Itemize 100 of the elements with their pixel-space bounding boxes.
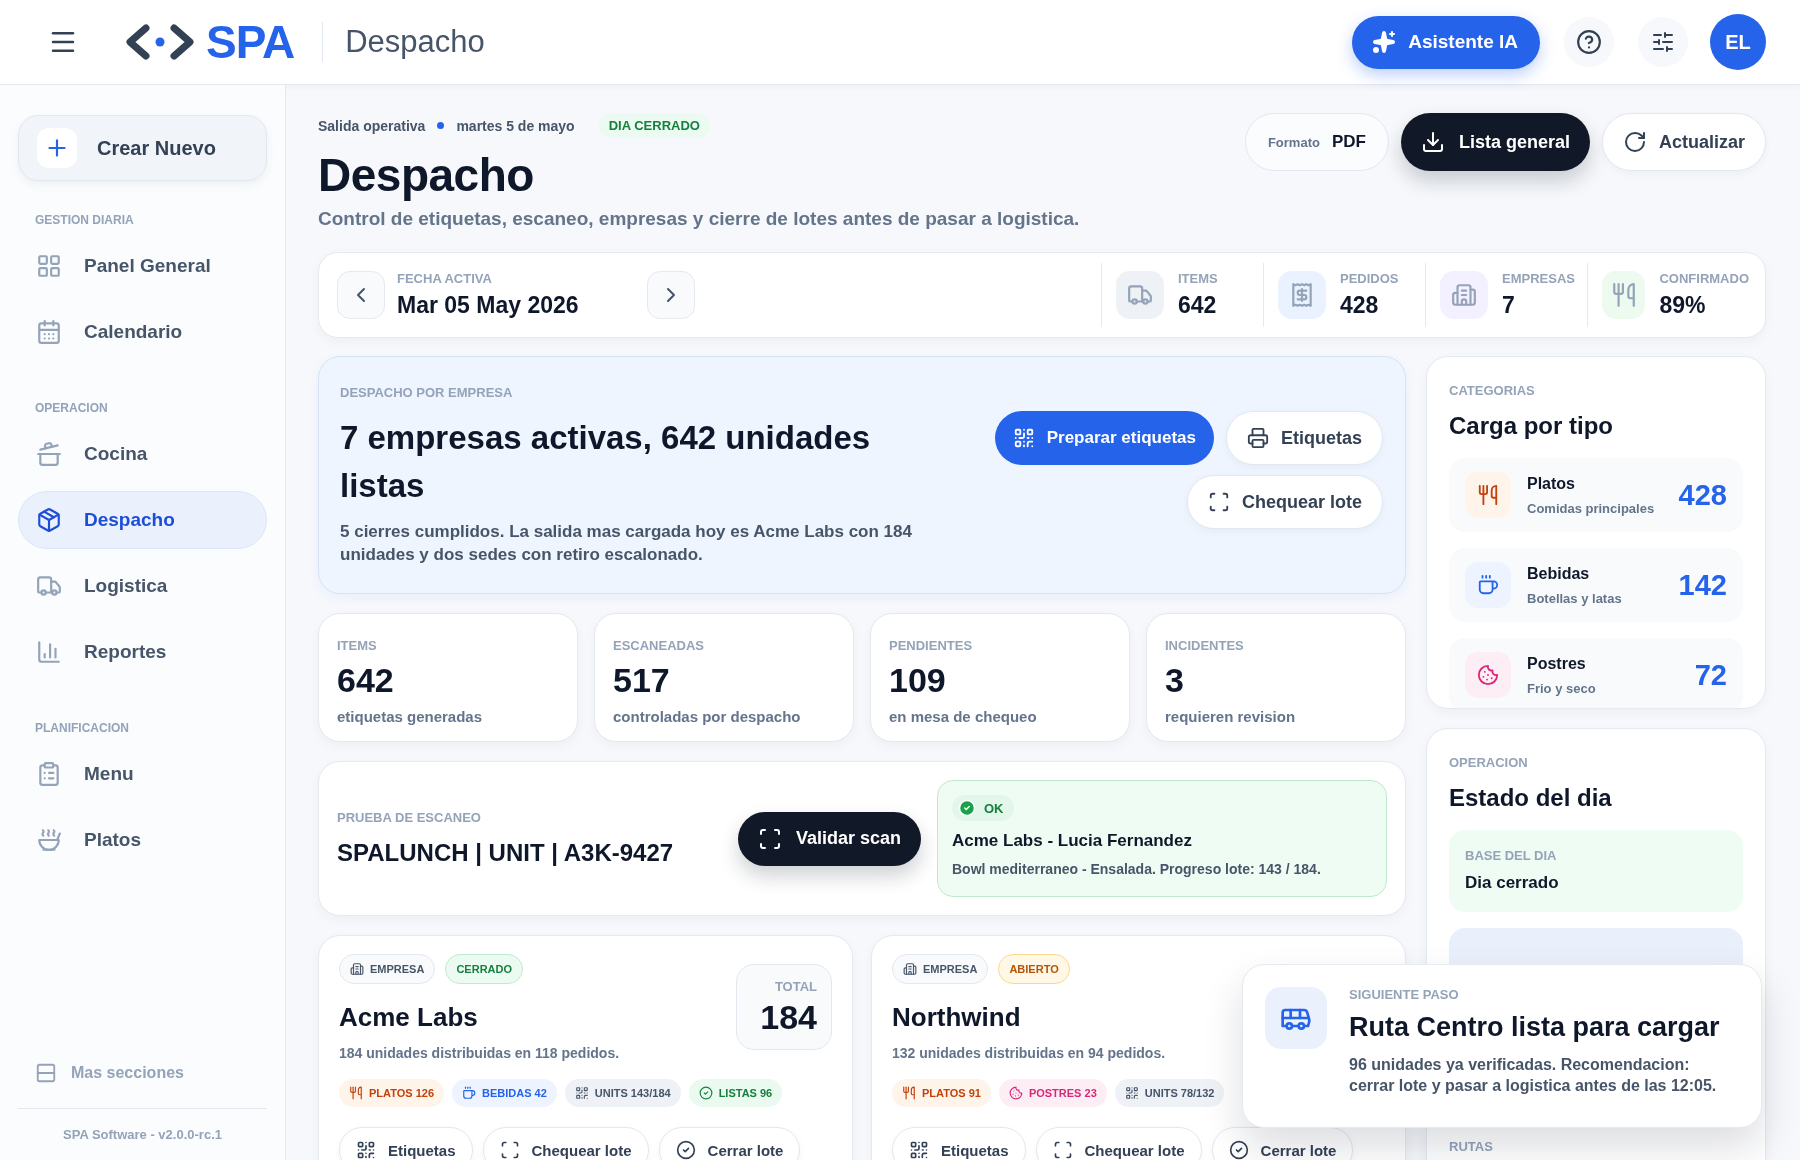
status-badge: DIA CERRADO — [598, 113, 710, 138]
nav-item[interactable]: Despacho — [18, 491, 267, 549]
qr-code-icon — [909, 1140, 929, 1160]
format-selector[interactable]: Formato PDF — [1244, 113, 1389, 171]
count-chip: UNITS 78/132 — [1114, 1079, 1225, 1108]
status-tag: CERRADO — [445, 954, 524, 985]
help-icon — [1576, 29, 1602, 55]
bowl-icon — [36, 827, 62, 853]
category-value: 142 — [1678, 568, 1727, 602]
action-button[interactable]: Etiquetas — [339, 1127, 473, 1160]
qr-code-icon — [356, 1140, 376, 1160]
cup-icon — [1465, 562, 1511, 608]
action-button[interactable]: Cerrar lote — [1211, 1127, 1354, 1160]
assistant-button[interactable]: Asistente IA — [1352, 15, 1540, 69]
toast-eyebrow: SIGUIENTE PASO — [1349, 987, 1460, 1002]
routes-label: RUTAS — [1449, 1139, 1494, 1154]
section-title: OPERACION — [35, 401, 109, 415]
metric-value: 89% — [1659, 292, 1707, 319]
stat-label: ESCANEADAS — [613, 638, 705, 654]
scan-code: SPALUNCH | UNIT | A3K-9427 — [337, 839, 675, 868]
download-button[interactable]: Lista general — [1400, 113, 1590, 171]
total-label: TOTAL — [773, 979, 817, 995]
scan-icon — [499, 1140, 520, 1160]
metric-value: 7 — [1502, 292, 1516, 319]
stat-value: 642 — [337, 661, 395, 701]
prepare-labels-button[interactable]: Preparar etiquetas — [994, 411, 1214, 465]
clipboard-icon — [36, 761, 62, 787]
qr-code-icon — [1012, 427, 1035, 449]
receipt-icon — [1278, 271, 1326, 319]
check-circle-icon — [675, 1140, 696, 1160]
pot-icon — [36, 441, 62, 467]
action-button[interactable]: Chequear lote — [1186, 475, 1383, 529]
total-value: 184 — [759, 998, 817, 1038]
action-button[interactable]: Etiquetas — [892, 1127, 1026, 1160]
cookie-icon — [1465, 652, 1511, 698]
grid-icon — [36, 253, 62, 279]
action-button[interactable]: Chequear lote — [482, 1127, 649, 1160]
category-caption: Comidas principales — [1527, 500, 1656, 516]
stat-value: 109 — [889, 661, 947, 701]
metric-value: 642 — [1178, 292, 1218, 319]
utensils-icon — [1465, 472, 1511, 518]
count-chip: PLATOS 91 — [892, 1079, 991, 1108]
stat-value: 517 — [613, 661, 671, 701]
nav-item[interactable]: Menu — [18, 745, 267, 803]
category-caption: Botellas y latas — [1527, 590, 1623, 606]
check-circle-icon — [958, 799, 976, 818]
count-chip: UNITS 143/184 — [564, 1079, 681, 1108]
stat-caption: etiquetas generadas — [337, 708, 484, 726]
action-button[interactable]: Chequear lote — [1035, 1127, 1202, 1160]
toast-text: 96 unidades ya verificadas. Recomendacion: cerrar lote y pasar a logistica antes de las 12:05. — [1349, 1055, 1718, 1096]
count-chip: LISTAS 96 — [688, 1079, 783, 1108]
scan-icon — [757, 826, 782, 851]
breadcrumb-text: Salida operativa — [318, 117, 426, 134]
plus-icon — [37, 128, 77, 168]
category-name: Bebidas — [1527, 564, 1591, 583]
section-title: GESTION DIARIA — [35, 213, 135, 227]
nav-item[interactable]: Platos — [18, 811, 267, 869]
action-button[interactable]: Cerrar lote — [658, 1127, 801, 1160]
category-value: 428 — [1678, 478, 1727, 512]
page-title: Despacho — [345, 24, 485, 60]
bar-chart-icon — [36, 639, 62, 665]
ok-badge: OK — [952, 795, 1014, 822]
section-title: PLANIFICACION — [35, 721, 130, 735]
refresh-button[interactable]: Actualizar — [1601, 113, 1766, 171]
bus-icon — [1265, 987, 1327, 1049]
card-text: 5 cierres cumplidos. La salida mas cargada hoy es Acme Labs con 184 unidades y dos sedes con retiro escalonado. — [340, 520, 913, 567]
company-summary: 132 unidades distribuidas en 94 pedidos. — [892, 1045, 1167, 1062]
building-icon — [903, 962, 917, 977]
category-value: 72 — [1694, 658, 1727, 692]
metric-label: EMPRESAS — [1502, 271, 1575, 286]
help-button[interactable] — [1564, 17, 1614, 67]
stat-value: 3 — [1165, 661, 1185, 701]
utensils-icon — [902, 1086, 916, 1101]
check-circle-icon — [698, 1086, 713, 1101]
page-heading: Despacho — [318, 148, 535, 202]
nav-item[interactable]: Logistica — [18, 557, 267, 615]
qr-code-icon — [574, 1086, 589, 1101]
logo-icon — [124, 22, 196, 62]
breadcrumb-text: martes 5 de mayo — [456, 117, 575, 134]
result-detail: Bowl mediterraneo - Ensalada. Progreso lote: 143 / 184. — [952, 861, 1322, 878]
stat-label: INCIDENTES — [1165, 638, 1245, 654]
refresh-icon — [1622, 130, 1647, 154]
settings-button[interactable] — [1638, 17, 1688, 67]
count-chip: PLATOS 126 — [339, 1079, 444, 1108]
nav-item[interactable]: Panel General — [18, 237, 267, 295]
company-name: Acme Labs — [339, 1002, 479, 1034]
status-tag: ABIERTO — [998, 954, 1070, 985]
nav-item[interactable]: Calendario — [18, 303, 267, 361]
user-avatar[interactable]: EL — [1710, 14, 1766, 70]
nav-item[interactable]: Reportes — [18, 623, 267, 681]
stat-label: PENDIENTES — [889, 638, 974, 654]
create-button[interactable]: Crear Nuevo — [18, 115, 267, 181]
toast-title: Ruta Centro lista para cargar — [1349, 1012, 1721, 1043]
date-value: Mar 05 May 2026 — [397, 292, 580, 319]
nav-item[interactable]: Cocina — [18, 425, 267, 483]
qr-code-icon — [1124, 1086, 1139, 1101]
result-title: Acme Labs - Lucia Fernandez — [952, 831, 1193, 852]
action-button[interactable]: Etiquetas — [1225, 411, 1383, 465]
validate-button[interactable]: Validar scan — [737, 811, 921, 866]
sparkle-icon — [1372, 30, 1397, 54]
